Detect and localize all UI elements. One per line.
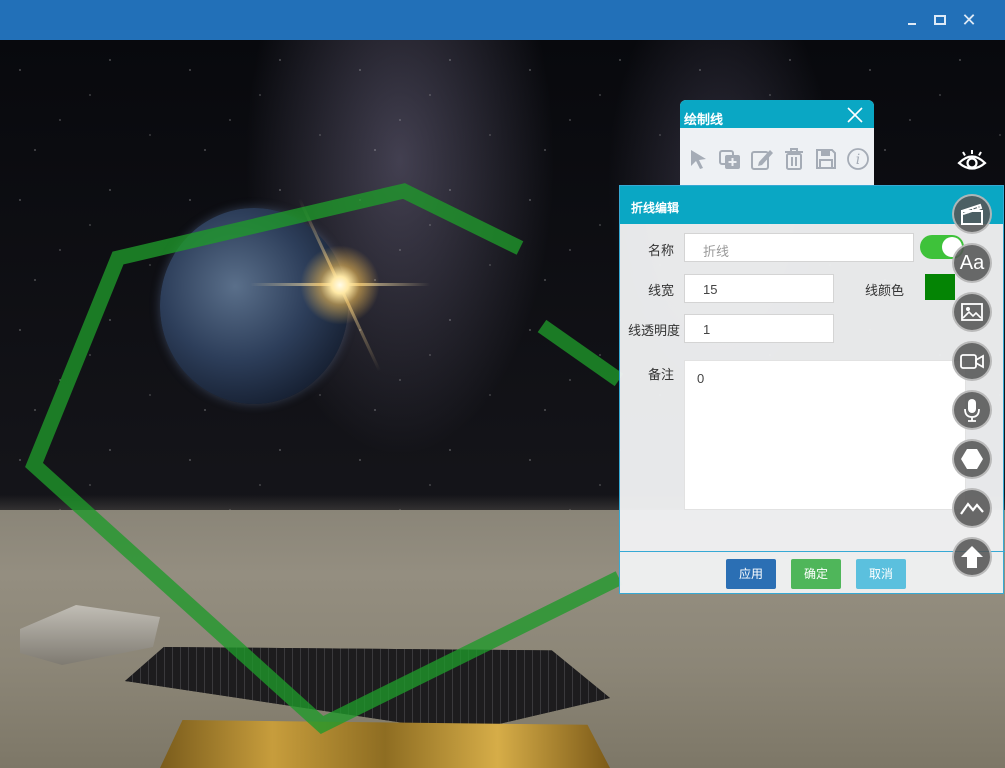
- line-width-label: 线宽: [647, 283, 674, 298]
- add-copy-icon[interactable]: [718, 147, 742, 171]
- line-color-swatch[interactable]: [925, 274, 955, 300]
- line-width-field[interactable]: 15: [684, 274, 834, 303]
- select-arrow-icon[interactable]: [686, 147, 710, 171]
- footer-divider: [620, 551, 1005, 552]
- hexagon-icon[interactable]: [952, 439, 992, 479]
- arrow-up-icon[interactable]: [952, 537, 992, 577]
- name-field[interactable]: 折线: [684, 233, 914, 262]
- cancel-button[interactable]: 取消: [856, 559, 906, 589]
- line-opacity-field[interactable]: 1: [684, 314, 834, 343]
- line-opacity-label: 线透明度: [627, 323, 680, 338]
- eye-icon[interactable]: [956, 148, 988, 174]
- draw-line-panel: 绘制线 i: [680, 100, 874, 190]
- note-textarea[interactable]: 0: [684, 360, 966, 510]
- microphone-icon[interactable]: [952, 390, 992, 430]
- edit-panel-title: 折线编辑: [620, 186, 1003, 224]
- window-title-bar: ✕: [0, 0, 1005, 40]
- info-icon[interactable]: i: [846, 147, 870, 171]
- clapperboard-icon[interactable]: [952, 194, 992, 234]
- draw-line-title: 绘制线: [684, 112, 724, 127]
- apply-button[interactable]: 应用: [726, 559, 776, 589]
- close-icon[interactable]: ✕: [959, 10, 979, 30]
- maximize-icon[interactable]: [930, 10, 950, 30]
- video-icon[interactable]: [952, 341, 992, 381]
- draw-line-header: 绘制线: [680, 100, 874, 128]
- svg-text:i: i: [856, 152, 860, 168]
- minimize-icon[interactable]: [902, 10, 922, 30]
- edit-pencil-icon[interactable]: [750, 147, 774, 171]
- text-tool-label: Aa: [959, 252, 985, 274]
- name-label: 名称: [647, 243, 674, 258]
- image-icon[interactable]: [952, 292, 992, 332]
- note-label: 备注: [647, 367, 674, 382]
- trash-icon[interactable]: [782, 147, 806, 171]
- save-disk-icon[interactable]: [814, 147, 838, 171]
- mountain-icon[interactable]: [952, 488, 992, 528]
- text-icon[interactable]: Aa: [952, 243, 992, 283]
- line-color-label: 线颜色: [864, 283, 904, 298]
- panel-close-icon[interactable]: [846, 106, 864, 124]
- polyline-edit-panel: 折线编辑 名称 折线 线宽 15 线颜色 线透明度 1 备注 0 应用 确定 取…: [619, 185, 1005, 594]
- ok-button[interactable]: 确定: [791, 559, 841, 589]
